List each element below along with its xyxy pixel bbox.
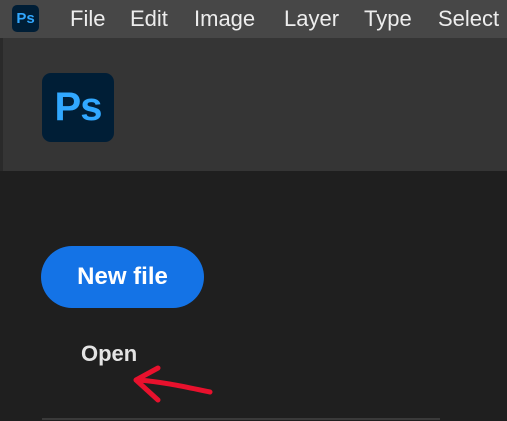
new-file-button[interactable]: New file xyxy=(41,246,204,308)
menu-file[interactable]: File xyxy=(70,0,105,38)
menu-type[interactable]: Type xyxy=(364,0,412,38)
menu-bar: Ps File Edit Image Layer Type Select xyxy=(0,0,507,38)
divider xyxy=(42,418,440,420)
menu-edit[interactable]: Edit xyxy=(130,0,168,38)
menu-select[interactable]: Select xyxy=(438,0,499,38)
photoshop-logo-icon: Ps xyxy=(42,73,114,142)
home-header: Ps xyxy=(0,38,507,171)
menu-image[interactable]: Image xyxy=(194,0,255,38)
red-arrow-annotation-icon xyxy=(133,365,213,403)
menu-layer[interactable]: Layer xyxy=(284,0,339,38)
photoshop-app-icon[interactable]: Ps xyxy=(12,5,39,32)
